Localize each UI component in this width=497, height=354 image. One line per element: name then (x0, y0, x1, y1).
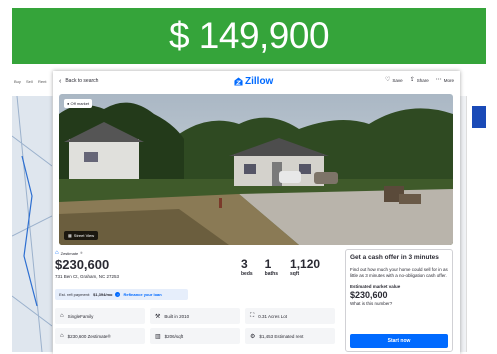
price-banner: $ 149,900 (12, 8, 486, 64)
offer-body: Find out how much your home could sell f… (350, 267, 448, 278)
badge-label: Off market (70, 101, 90, 106)
fact-text: 0.31 Acres Lot (258, 313, 287, 319)
street-view-icon: ▦ (68, 233, 72, 238)
fact-text: SingleFamily (67, 313, 94, 319)
background-map (12, 95, 53, 352)
baths-label: baths (264, 271, 279, 277)
listing-address: 731 Ben Ct, Graham, NC 27253 (55, 274, 120, 279)
offer-title: Get a cash offer in 3 minutes (350, 254, 439, 261)
save-label: Save (392, 78, 403, 83)
fact-item: ⚙ $1,453 Estimated rent (245, 328, 335, 344)
refi-amount: $1,394/mo (93, 292, 113, 297)
fact-text: $1,453 Estimated rent (259, 333, 304, 339)
street-view-label: Street View (73, 233, 95, 238)
zestimate-label: ⌂ Zestimate ® (55, 250, 83, 256)
zillow-house-icon: ⌂ (55, 250, 59, 256)
zillow-logo[interactable]: Zillow (234, 75, 273, 87)
property-photo[interactable]: ● Off market ▦ Street View (59, 94, 453, 245)
heart-icon: ♡ (385, 77, 391, 83)
chevron-left-icon: ‹ (59, 77, 62, 85)
start-now-button[interactable]: Start now (350, 334, 448, 348)
listing-price: $230,600 (55, 257, 110, 272)
zillow-house-icon (234, 76, 243, 86)
fact-item: ⌂ SingleFamily (55, 308, 145, 324)
market-value-label: Estimated market value (350, 284, 401, 289)
off-market-badge: ● Off market (64, 99, 93, 108)
share-icon: ⇪ (409, 77, 415, 83)
beds-stat: 3 beds (241, 258, 253, 277)
background-sidebar (466, 96, 486, 352)
hammer-icon: ⚒ (155, 313, 161, 320)
fact-item: ⛶ 0.31 Acres Lot (245, 308, 335, 324)
street-view-button[interactable]: ▦ Street View (64, 231, 99, 240)
bg-tab: Rent (38, 79, 47, 84)
what-is-this-link[interactable]: What is this number? (350, 301, 448, 306)
fact-item: ⚒ Built in 2010 (150, 308, 240, 324)
lot-icon: ⛶ (250, 312, 255, 319)
cash-offer-card: Get a cash offer in 3 minutes Find out h… (345, 249, 453, 352)
fact-item: ⌂ $230,600 Zestimate® (55, 328, 145, 344)
bg-tab: Sell (26, 79, 33, 84)
zestimate-text: Zestimate (60, 250, 79, 256)
beds-value: 3 (241, 257, 248, 271)
baths-value: 1 (264, 257, 272, 271)
beds-label: beds (241, 271, 253, 277)
back-label: Back to search (65, 78, 99, 84)
fact-text: Built in 2010 (164, 313, 190, 319)
house-photo-illustration (59, 94, 453, 245)
bg-tab: Buy (14, 79, 21, 84)
sqft-value: 1,120 (290, 257, 321, 271)
zestimate-icon: ⌂ (60, 333, 64, 339)
fact-item: ▥ $206/sqft (150, 328, 240, 344)
rent-icon: ⚙ (250, 333, 256, 340)
share-label: Share (416, 78, 429, 83)
logo-text: Zillow (245, 75, 274, 87)
refi-payment-bar: Est. refi payment: $1,394/mo › Refinance… (55, 289, 188, 300)
modal-topbar: ‹ Back to search Zillow ♡ Save ⇪ Share ⋯… (53, 71, 460, 93)
market-value: $230,600 (350, 290, 388, 300)
sqft-stat: 1,120 sqft (290, 258, 320, 277)
banner-price: $ 149,900 (168, 15, 330, 56)
more-label: More (443, 78, 454, 83)
refinance-link[interactable]: Refinance your loan (123, 292, 161, 297)
property-detail-modal: ‹ Back to search Zillow ♡ Save ⇪ Share ⋯… (53, 71, 460, 354)
fact-text: $206/sqft (164, 333, 184, 339)
share-button[interactable]: ⇪ Share (409, 77, 429, 83)
home-stats: 3 beds 1 baths 1,120 sqft (241, 258, 320, 277)
save-button[interactable]: ♡ Save (385, 77, 403, 83)
baths-stat: 1 baths (265, 258, 278, 277)
more-button[interactable]: ⋯ More (435, 77, 454, 83)
modal-actions: ♡ Save ⇪ Share ⋯ More (385, 77, 454, 83)
sqft-label: sqft (290, 271, 300, 277)
more-icon: ⋯ (435, 77, 442, 83)
home-icon: ⌂ (60, 313, 64, 319)
facts-grid: ⌂ SingleFamily ⚒ Built in 2010 ⛶ 0.31 Ac… (55, 308, 338, 344)
ruler-icon: ▥ (155, 333, 161, 340)
refi-prefix: Est. refi payment: (59, 292, 91, 297)
fact-text: $230,600 Zestimate® (67, 333, 111, 339)
arrow-right-icon: › (115, 292, 121, 297)
back-to-search-link[interactable]: ‹ Back to search (59, 77, 99, 85)
